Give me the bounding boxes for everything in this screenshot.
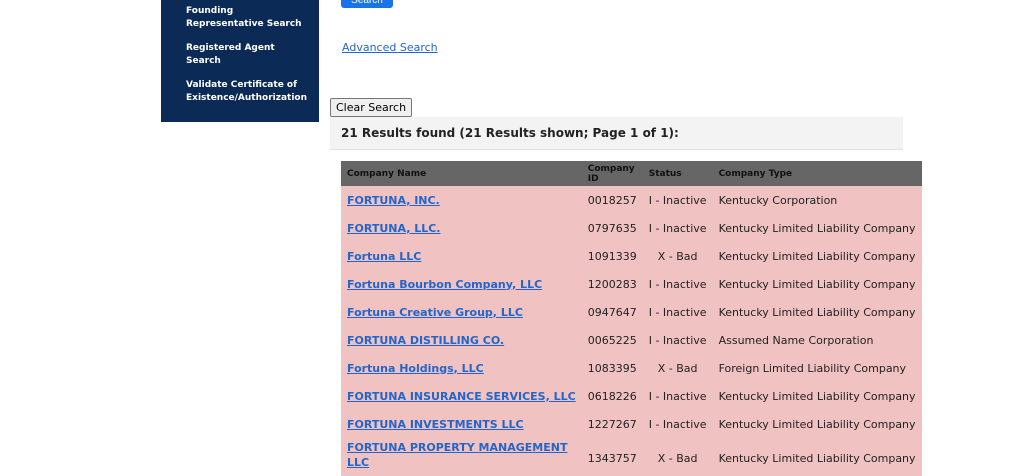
- company-status: I - Inactive: [642, 410, 713, 438]
- column-header-company-name: Company Name: [341, 161, 582, 186]
- company-name-link[interactable]: FORTUNA, INC.: [347, 194, 440, 207]
- company-type: Assumed Name Corporation: [712, 326, 922, 354]
- clear-search-button[interactable]: Clear Search: [330, 98, 413, 117]
- table-row: Fortuna LLC 1091339 X - Bad Kentucky Lim…: [341, 242, 922, 270]
- table-row: FORTUNA DISTILLING CO. 0065225 I - Inact…: [341, 326, 922, 354]
- company-status: X - Bad: [642, 438, 713, 476]
- company-type: Kentucky Limited Liability Company: [712, 382, 922, 410]
- column-header-company-id: Company ID: [581, 161, 643, 186]
- company-type: Kentucky Corporation: [712, 186, 922, 214]
- company-type: Foreign Limited Liability Company: [712, 354, 922, 382]
- company-status: I - Inactive: [642, 298, 713, 326]
- company-type: Kentucky Limited Liability Company: [712, 298, 922, 326]
- column-header-company-type: Company Type: [712, 161, 922, 186]
- company-name-link[interactable]: FORTUNA INSURANCE SERVICES, LLC: [347, 390, 576, 403]
- company-id: 0018257: [581, 186, 643, 214]
- company-status: I - Inactive: [642, 326, 713, 354]
- search-button[interactable]: Search: [341, 0, 393, 8]
- company-type: Kentucky Limited Liability Company: [712, 410, 922, 438]
- column-header-status: Status: [642, 161, 713, 186]
- company-id: 0947647: [581, 298, 643, 326]
- table-row: Fortuna Bourbon Company, LLC 1200283 I -…: [341, 270, 922, 298]
- company-name-link[interactable]: FORTUNA DISTILLING CO.: [347, 334, 504, 347]
- company-type: Kentucky Limited Liability Company: [712, 242, 922, 270]
- company-status: I - Inactive: [642, 382, 713, 410]
- company-type: Kentucky Limited Liability Company: [712, 438, 922, 476]
- company-name-link[interactable]: Fortuna Creative Group, LLC: [347, 306, 523, 319]
- company-status: I - Inactive: [642, 270, 713, 298]
- company-id: 0618226: [581, 382, 643, 410]
- company-name-link[interactable]: Fortuna LLC: [347, 250, 421, 263]
- company-name-link[interactable]: FORTUNA, LLC.: [347, 222, 440, 235]
- company-type: Kentucky Limited Liability Company: [712, 214, 922, 242]
- table-row: FORTUNA, INC. 0018257 I - Inactive Kentu…: [341, 186, 922, 214]
- company-id: 1091339: [581, 242, 643, 270]
- table-row: FORTUNA INVESTMENTS LLC 1227267 I - Inac…: [341, 410, 922, 438]
- advanced-search-link[interactable]: Advanced Search: [342, 41, 438, 54]
- table-row: Fortuna Creative Group, LLC 0947647 I - …: [341, 298, 922, 326]
- table-row: FORTUNA INSURANCE SERVICES, LLC 0618226 …: [341, 382, 922, 410]
- company-type: Kentucky Limited Liability Company: [712, 270, 922, 298]
- company-status: X - Bad: [642, 354, 713, 382]
- results-summary: 21 Results found (21 Results shown; Page…: [341, 126, 679, 140]
- sidebar-item-validate-certificate[interactable]: Validate Certificate of Existence/Author…: [161, 79, 319, 105]
- results-summary-bar: 21 Results found (21 Results shown; Page…: [330, 117, 903, 150]
- sidebar-nav: Founding Representative Search Registere…: [161, 0, 319, 122]
- sidebar-item-founding-representative-search[interactable]: Founding Representative Search: [161, 5, 319, 31]
- company-name-link[interactable]: Fortuna Holdings, LLC: [347, 362, 484, 375]
- table-header-row: Company Name Company ID Status Company T…: [341, 161, 922, 186]
- table-row: FORTUNA PROPERTY MANAGEMENT LLC 1343757 …: [341, 438, 922, 476]
- sidebar-item-registered-agent-search[interactable]: Registered Agent Search: [161, 42, 319, 68]
- company-id: 1227267: [581, 410, 643, 438]
- company-id: 1083395: [581, 354, 643, 382]
- company-id: 1200283: [581, 270, 643, 298]
- table-row: FORTUNA, LLC. 0797635 I - Inactive Kentu…: [341, 214, 922, 242]
- table-row: Fortuna Holdings, LLC 1083395 X - Bad Fo…: [341, 354, 922, 382]
- company-status: I - Inactive: [642, 214, 713, 242]
- company-status: X - Bad: [642, 242, 713, 270]
- company-name-link[interactable]: FORTUNA PROPERTY MANAGEMENT LLC: [347, 441, 567, 469]
- company-id: 0065225: [581, 326, 643, 354]
- company-id: 0797635: [581, 214, 643, 242]
- company-status: I - Inactive: [642, 186, 713, 214]
- company-name-link[interactable]: Fortuna Bourbon Company, LLC: [347, 278, 542, 291]
- results-table: Company Name Company ID Status Company T…: [341, 161, 922, 476]
- company-id: 1343757: [581, 438, 643, 476]
- company-name-link[interactable]: FORTUNA INVESTMENTS LLC: [347, 418, 524, 431]
